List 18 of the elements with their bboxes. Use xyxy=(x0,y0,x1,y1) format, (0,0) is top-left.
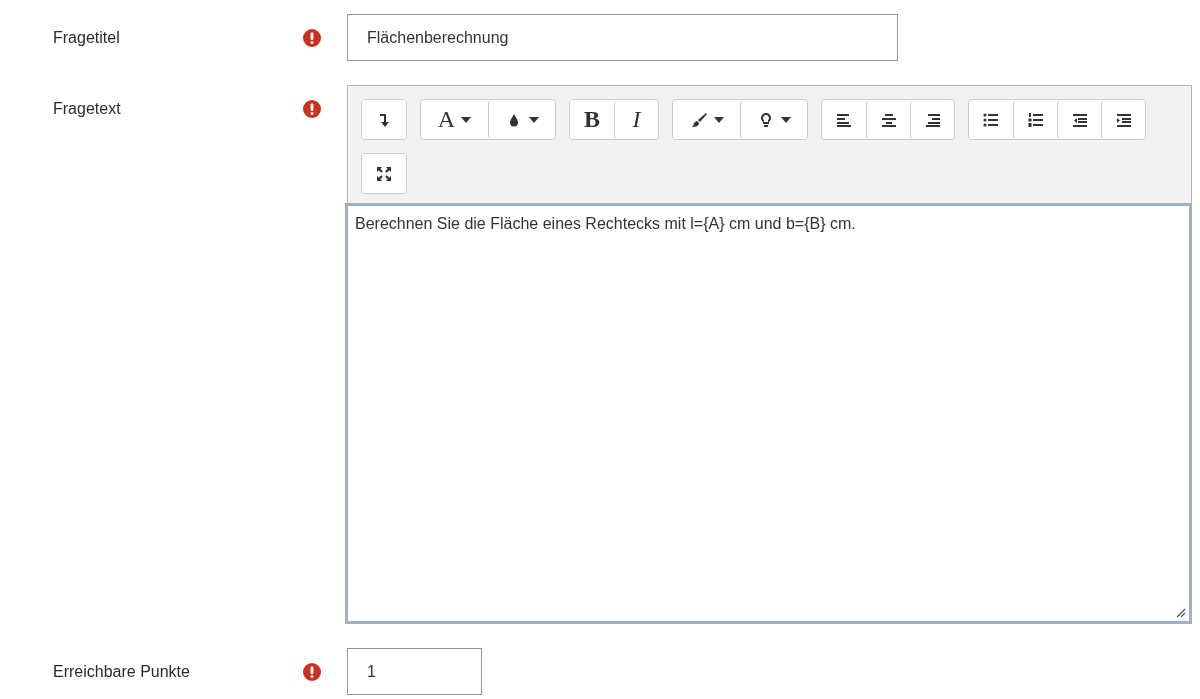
toolbar-button[interactable] xyxy=(362,100,406,139)
toolbar-button[interactable] xyxy=(1101,100,1145,139)
text-area[interactable]: Berechnen Sie die Fläche eines Rechtecks mit l={A} cm und b={B} cm. xyxy=(345,203,1192,624)
field-label: Fragetext xyxy=(53,99,122,119)
question-text: Berechnen Sie die Fläche eines Rechtecks mit l={A} cm und b={B} cm. xyxy=(355,215,856,232)
toolbar-button[interactable] xyxy=(910,100,954,139)
input-field[interactable]: 1 xyxy=(347,648,482,695)
toolbar-button[interactable] xyxy=(488,100,555,139)
field-label: Fragetitel xyxy=(53,28,121,48)
resize-handle-icon[interactable] xyxy=(1176,608,1186,618)
format-button[interactable]: I xyxy=(614,100,658,139)
brush-icon xyxy=(689,110,708,129)
input-field[interactable]: Flächenberechnung xyxy=(347,14,898,61)
toolbar-button[interactable] xyxy=(740,100,807,139)
fullscreen-icon xyxy=(375,164,393,183)
field-label: Erreichbare Punkte xyxy=(53,662,191,682)
toolbar-button[interactable] xyxy=(362,154,406,193)
numbered-list-icon xyxy=(1026,110,1045,129)
